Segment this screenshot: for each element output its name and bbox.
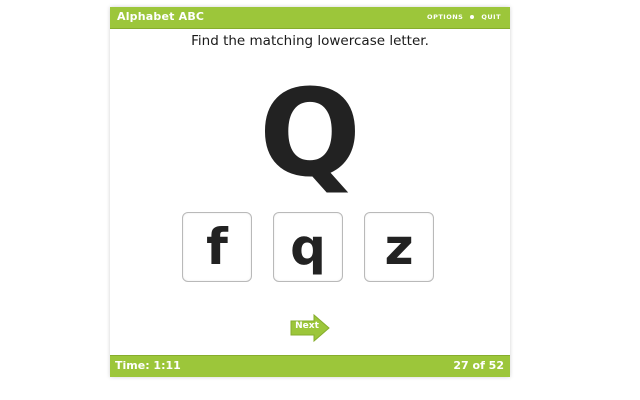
- top-menu: OPTIONS QUIT: [427, 13, 501, 21]
- progress-counter: 27 of 52: [453, 359, 504, 372]
- game-window: Alphabet ABC OPTIONS QUIT Find the match…: [110, 7, 510, 377]
- menu-separator-dot: [470, 15, 475, 19]
- next-button[interactable]: Next: [289, 313, 331, 343]
- choice-tile-2[interactable]: q: [273, 212, 343, 282]
- target-uppercase-letter: Q: [258, 65, 361, 204]
- quit-link[interactable]: QUIT: [481, 13, 501, 21]
- next-button-label: Next: [295, 321, 319, 331]
- choice-tile-1[interactable]: f: [182, 212, 252, 282]
- options-link[interactable]: OPTIONS: [427, 13, 463, 21]
- top-bar: Alphabet ABC OPTIONS QUIT: [110, 7, 510, 29]
- question-prompt: Find the matching lowercase letter.: [191, 33, 429, 49]
- choice-tile-3[interactable]: z: [364, 212, 434, 282]
- timer-text: Time: 1:11: [115, 359, 181, 372]
- bottom-bar: Time: 1:11 27 of 52: [110, 355, 510, 377]
- app-title: Alphabet ABC: [117, 10, 205, 23]
